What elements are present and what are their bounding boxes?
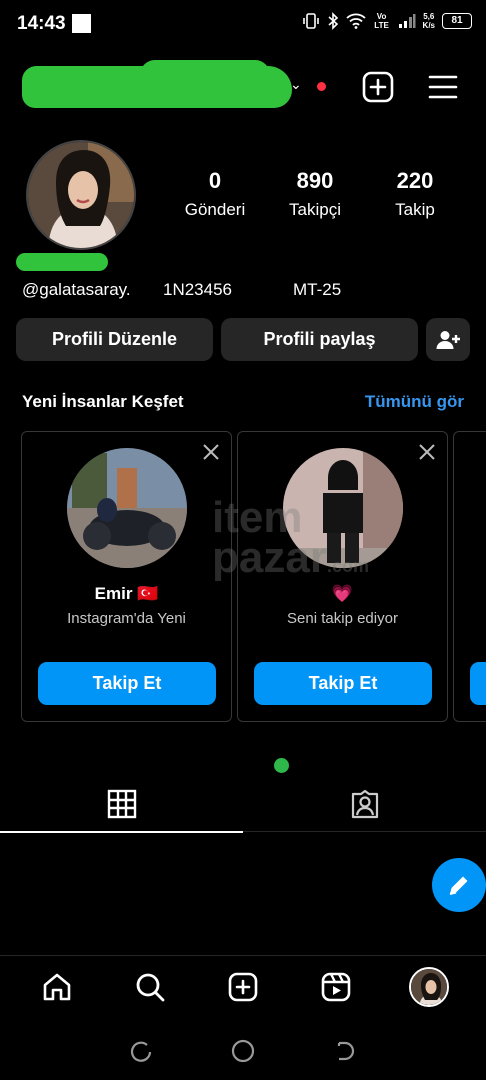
- suggestion-name: 💗: [331, 584, 354, 603]
- stat-posts-value: 0: [208, 168, 222, 193]
- menu-icon[interactable]: [426, 70, 460, 104]
- wifi-icon: [345, 13, 366, 29]
- discover-title: Yeni İnsanlar Keşfet: [22, 392, 184, 411]
- plus-square-icon[interactable]: [361, 70, 395, 104]
- suggestion-subtitle: Seni takip ediyor: [287, 610, 398, 627]
- home-icon: [43, 973, 70, 1000]
- online-indicator: [274, 758, 289, 773]
- username-redacted-overlay: [140, 60, 270, 90]
- vibrate-icon: [302, 13, 319, 29]
- bluetooth-icon: [328, 12, 338, 30]
- status-bar: 14:43 Vo LTE 5,6 K/s 81: [0, 0, 486, 48]
- battery-icon: 81: [442, 13, 472, 29]
- bio-code: 1N23456: [163, 280, 233, 299]
- net-speed: 5,6 K/s: [423, 12, 435, 30]
- profile-stats: 0 Gönderi 890 Takipçi 220 Takip: [170, 168, 460, 220]
- tab-tagged[interactable]: [243, 776, 486, 832]
- nav-profile[interactable]: [407, 965, 451, 1009]
- profile-header: ⌄: [0, 58, 486, 118]
- create-icon: [228, 972, 258, 1001]
- nav-reels[interactable]: [314, 965, 358, 1009]
- follow-button[interactable]: Takip Et: [38, 662, 216, 705]
- stat-followers[interactable]: 890 Takipçi: [270, 168, 360, 220]
- back-icon[interactable]: [333, 1039, 357, 1063]
- watermark-line2: pazar: [212, 533, 327, 582]
- bio-handle[interactable]: @galatasaray.: [22, 280, 163, 300]
- watermark-line2-row: pazar.com: [150, 536, 369, 586]
- share-profile-button[interactable]: Profili paylaş: [221, 318, 418, 361]
- recent-apps-icon[interactable]: [129, 1039, 153, 1063]
- edit-fab-button[interactable]: [432, 858, 486, 912]
- stat-followers-label: Takipçi: [289, 200, 341, 219]
- profile-bio: @galatasaray. 1N23456 MT-25: [22, 280, 341, 300]
- watermark-suffix: .com: [326, 556, 369, 576]
- stat-following-value: 220: [396, 168, 434, 193]
- network-type: Vo LTE: [374, 12, 389, 30]
- add-person-icon: [436, 330, 460, 349]
- status-icons: Vo LTE 5,6 K/s 81: [302, 12, 472, 30]
- pencil-icon: [449, 876, 468, 895]
- stat-following[interactable]: 220 Takip: [370, 168, 460, 220]
- see-all-link[interactable]: Tümünü gör: [365, 392, 464, 412]
- suggestion-subtitle: Instagram'da Yeni: [67, 610, 186, 627]
- follow-button-partial[interactable]: [470, 662, 486, 705]
- tagged-icon: [351, 789, 378, 819]
- watermark-line1: item: [212, 493, 303, 542]
- edit-profile-button[interactable]: Profili Düzenle: [16, 318, 213, 361]
- search-icon: [136, 973, 165, 1001]
- system-navigation: [0, 1022, 486, 1080]
- chevron-down-icon[interactable]: ⌄: [290, 76, 302, 93]
- suggestion-name: Emir 🇹🇷: [94, 584, 159, 603]
- nav-create[interactable]: [221, 965, 265, 1009]
- bio-model: MT-25: [293, 280, 342, 299]
- status-time: 14:43: [17, 13, 66, 34]
- signal-icon: [398, 14, 416, 28]
- nav-home[interactable]: [35, 965, 79, 1009]
- profile-avatar[interactable]: [26, 140, 136, 250]
- stat-posts[interactable]: 0 Gönderi: [170, 168, 260, 220]
- display-name-redacted: [16, 253, 108, 271]
- close-icon[interactable]: [201, 442, 221, 462]
- follow-button[interactable]: Takip Et: [254, 662, 432, 705]
- stat-following-label: Takip: [395, 200, 435, 219]
- close-icon[interactable]: [417, 442, 437, 462]
- tab-posts-grid[interactable]: [0, 776, 243, 833]
- stat-followers-value: 890: [296, 168, 334, 193]
- home-button-icon[interactable]: [230, 1038, 256, 1064]
- discover-header: Yeni İnsanlar Keşfet Tümünü gör: [22, 392, 464, 412]
- profile-actions: Profili Düzenle Profili paylaş: [16, 318, 470, 361]
- reels-icon: [321, 972, 351, 1001]
- grid-icon: [107, 789, 136, 819]
- nav-search[interactable]: [128, 965, 172, 1009]
- watermark: item pazar.com: [150, 493, 369, 586]
- stat-posts-label: Gönderi: [184, 200, 246, 219]
- notification-icon: [72, 14, 91, 33]
- bottom-navigation: [0, 955, 486, 1017]
- net-speed-value: 5,6: [423, 12, 435, 21]
- profile-avatar-small: [409, 966, 450, 1007]
- add-user-button[interactable]: [426, 318, 470, 361]
- content-tabs: [0, 776, 486, 833]
- suggestion-card-partial: [453, 431, 486, 722]
- net-speed-unit: K/s: [422, 21, 435, 30]
- notification-dot: [317, 82, 326, 91]
